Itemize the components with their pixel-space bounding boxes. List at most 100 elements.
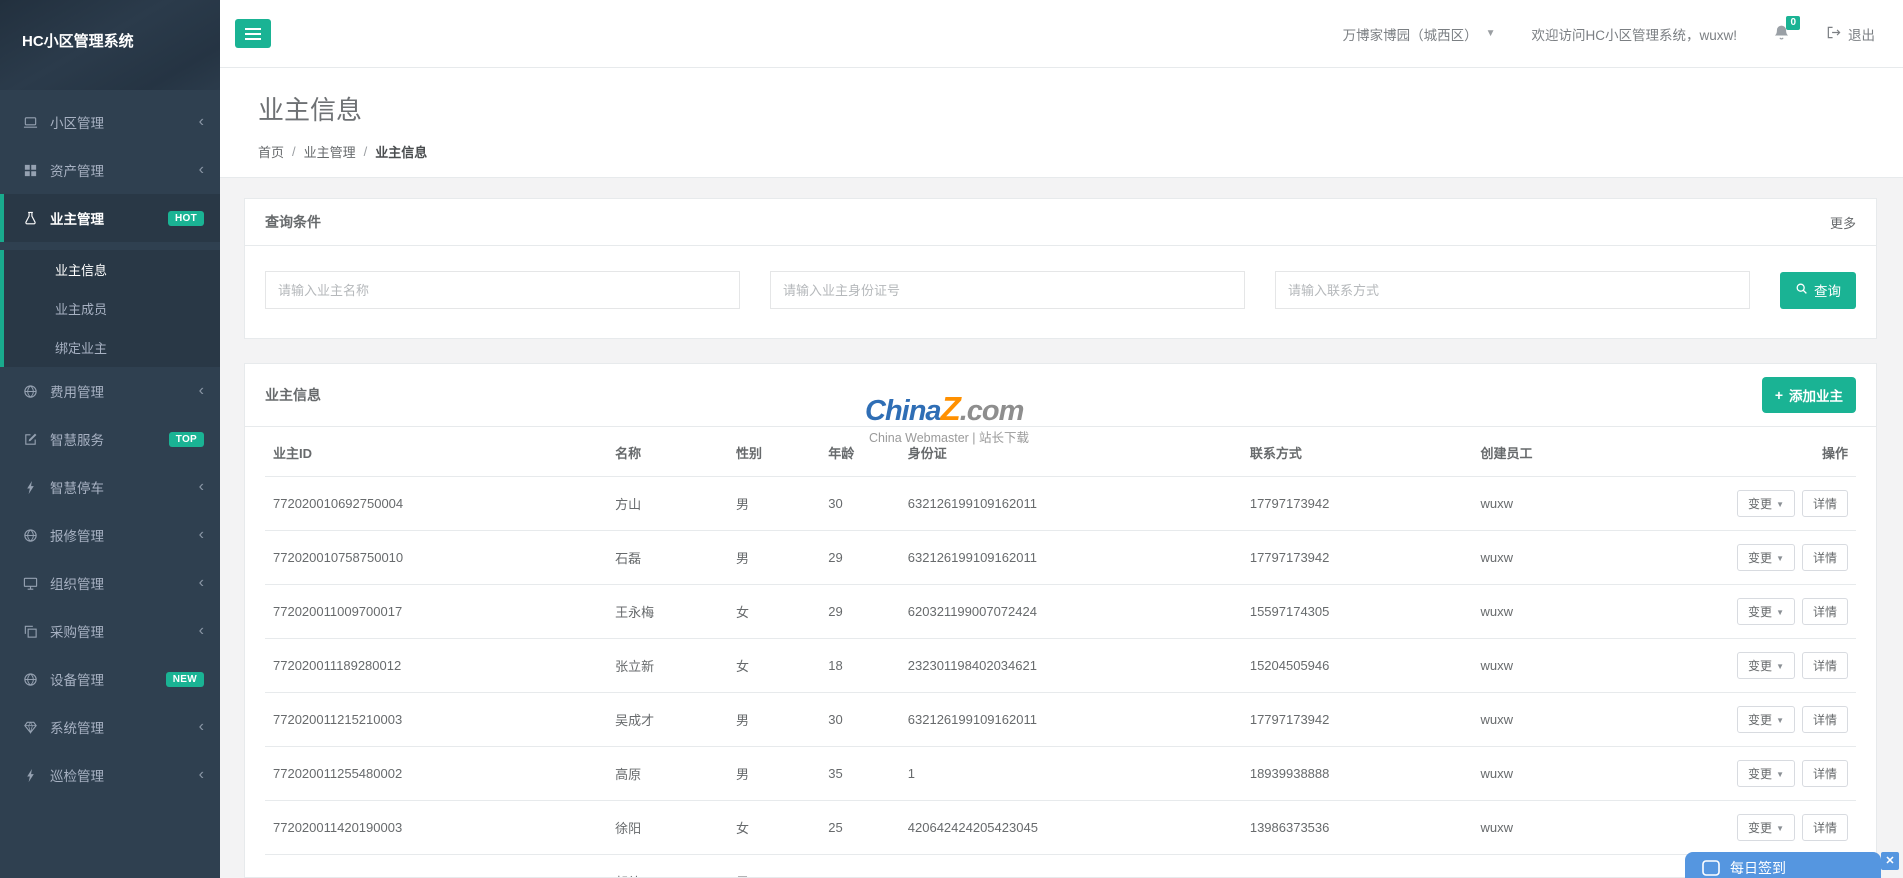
sidebar-toggle-button[interactable] (235, 19, 271, 48)
cell-actions: 变更▼详情 (1704, 692, 1856, 747)
cell-gender: 女 (727, 800, 821, 855)
sidebar-item-parking[interactable]: 智慧停车 ‹ (0, 463, 220, 511)
search-panel: 查询条件 更多 查询 (244, 198, 1877, 339)
sidebar-subitem-owner-member[interactable]: 业主成员 (4, 289, 220, 328)
cell-age: 30 (820, 476, 900, 531)
sidebar-item-owner[interactable]: 业主管理 HOT (0, 194, 220, 242)
detail-button[interactable]: 详情 (1801, 706, 1848, 733)
close-icon[interactable]: ✕ (1881, 852, 1899, 870)
cell-actions: 变更▼详情 (1704, 530, 1856, 585)
menu-badge: TOP (168, 431, 204, 447)
sidebar-item-fee[interactable]: 费用管理 ‹ (0, 367, 220, 415)
sidebar-item-label: 智慧服务 (50, 433, 104, 448)
column-header: 名称 (607, 427, 728, 477)
owner-phone-input[interactable] (1275, 271, 1750, 309)
cell-phone: 15597174305 (1241, 584, 1473, 639)
diamond-icon (22, 720, 39, 735)
detail-button[interactable]: 详情 (1801, 490, 1848, 517)
sidebar-item-label: 小区管理 (50, 116, 104, 131)
caret-down-icon: ▼ (1776, 608, 1784, 617)
more-link[interactable]: 更多 (1830, 213, 1856, 232)
column-header: 操作 (1704, 427, 1856, 477)
detail-button[interactable]: 详情 (1801, 814, 1848, 841)
cell-owner-id: 772020010758750010 (265, 530, 608, 585)
cell-age: 18 (820, 638, 900, 693)
bolt-icon (22, 480, 39, 495)
detail-button[interactable]: 详情 (1801, 598, 1848, 625)
breadcrumb: 首页 / 业主管理 / 业主信息 (258, 142, 1903, 161)
main-area: 万博家博园（城西区） ▼ 欢迎访问HC小区管理系统，wuxw! 0 退出 业主信… (220, 0, 1903, 878)
chevron-left-icon: ‹ (198, 574, 204, 591)
plus-icon: + (1774, 387, 1783, 403)
sidebar-item-organization[interactable]: 组织管理 ‹ (0, 559, 220, 607)
sidebar-item-label: 设备管理 (50, 673, 104, 688)
cell-gender: 女 (727, 584, 821, 639)
sign-out-icon (1826, 25, 1841, 43)
desktop-icon (22, 576, 39, 591)
cell-phone: 13776644873 (1241, 854, 1473, 877)
breadcrumb-owner-management[interactable]: 业主管理 (304, 142, 356, 161)
sidebar-item-smart-service[interactable]: 智慧服务 TOP (0, 415, 220, 463)
breadcrumb-home[interactable]: 首页 (258, 142, 284, 161)
chevron-down-icon: ▼ (1485, 28, 1496, 39)
sidebar-item-repair[interactable]: 报修管理 ‹ (0, 511, 220, 559)
cell-creator: wuxw (1472, 746, 1705, 801)
laptop-icon (22, 115, 39, 130)
sidebar-item-community[interactable]: 小区管理 ‹ (0, 98, 220, 146)
grid-icon (22, 163, 39, 178)
daily-signin-widget[interactable]: 每日签到 (1685, 852, 1881, 878)
cell-name: 王永梅 (607, 584, 728, 639)
globe-icon (22, 384, 39, 399)
sidebar-item-device[interactable]: 设备管理 NEW (0, 655, 220, 703)
cell-name: 张立新 (607, 638, 728, 693)
table-row: 772020011420190003 徐阳女 25 42064242420542304… (265, 800, 1856, 855)
detail-button[interactable]: 详情 (1801, 760, 1848, 787)
change-button[interactable]: 变更▼ (1737, 652, 1795, 679)
change-button[interactable]: 变更▼ (1737, 760, 1795, 787)
change-button[interactable]: 变更▼ (1737, 490, 1795, 517)
caret-down-icon: ▼ (1776, 554, 1784, 563)
sidebar-subitem-owner-bind[interactable]: 绑定业主 (4, 328, 220, 367)
globe-icon (22, 672, 39, 687)
sidebar-subitem-owner-info[interactable]: 业主信息 (4, 250, 220, 289)
globe-icon (22, 528, 39, 543)
search-button-label: 查询 (1814, 284, 1841, 299)
change-button[interactable]: 变更▼ (1737, 706, 1795, 733)
cell-name: 高原 (607, 746, 728, 801)
search-button[interactable]: 查询 (1780, 271, 1856, 309)
notifications-button[interactable]: 0 (1773, 15, 1800, 44)
sidebar-item-inspection[interactable]: 巡检管理 ‹ (0, 751, 220, 799)
sidebar-submenu: 业主信息 业主成员 绑定业主 (0, 250, 220, 367)
cell-age: 29 (820, 530, 900, 585)
chevron-left-icon: ‹ (198, 622, 204, 639)
cell-creator: wuxw (1472, 638, 1705, 693)
detail-button[interactable]: 详情 (1801, 652, 1848, 679)
sidebar-item-asset[interactable]: 资产管理 ‹ (0, 146, 220, 194)
cell-owner-id: 772020011420190003 (265, 800, 608, 855)
owners-panel-title: 业主信息 (265, 387, 321, 403)
logout-button[interactable]: 退出 (1826, 24, 1875, 44)
cell-creator: wuxw (1472, 692, 1705, 747)
change-button[interactable]: 变更▼ (1737, 544, 1795, 571)
cell-name: 胡德 (607, 854, 728, 877)
welcome-text: 欢迎访问HC小区管理系统，wuxw! (1531, 27, 1737, 43)
detail-button[interactable]: 详情 (1801, 544, 1848, 571)
cell-name: 吴成才 (607, 692, 728, 747)
sidebar-item-system[interactable]: 系统管理 ‹ (0, 703, 220, 751)
table-row: 772020010692750004 方山男 30 63212619910916201… (265, 476, 1856, 531)
search-panel-title: 查询条件 (265, 214, 321, 230)
community-selector[interactable]: 万博家博园（城西区） ▼ (1343, 24, 1496, 44)
cell-creator: wuxw (1472, 584, 1705, 639)
change-button[interactable]: 变更▼ (1737, 814, 1795, 841)
cell-gender: 男 (727, 746, 821, 801)
column-header: 性别 (727, 427, 821, 477)
sidebar-item-purchase[interactable]: 采购管理 ‹ (0, 607, 220, 655)
add-owner-button[interactable]: + 添加业主 (1761, 377, 1856, 413)
cell-creator: wuxw (1472, 530, 1705, 585)
change-button[interactable]: 变更▼ (1737, 598, 1795, 625)
chevron-left-icon: ‹ (198, 526, 204, 543)
owner-idcard-input[interactable] (770, 271, 1245, 309)
owner-name-input[interactable] (265, 271, 740, 309)
cell-owner-id: 772020011215210003 (265, 692, 608, 747)
breadcrumb-separator: / (363, 144, 368, 159)
